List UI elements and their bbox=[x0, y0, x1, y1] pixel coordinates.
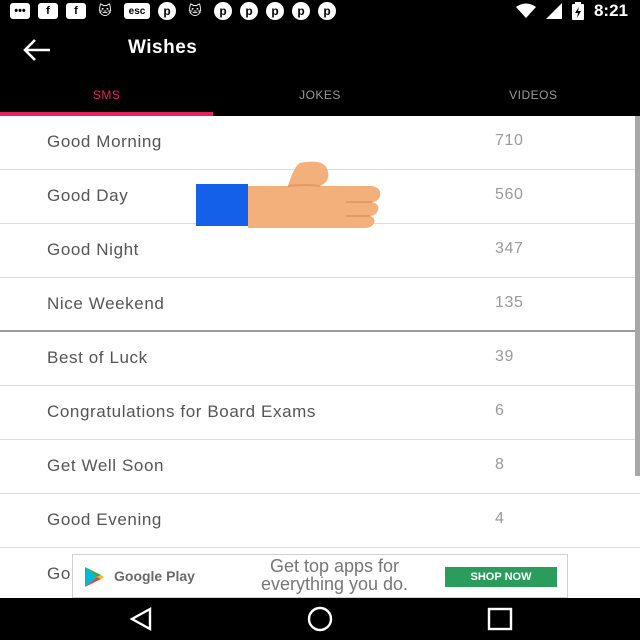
clock: 8:21 bbox=[593, 1, 628, 20]
list-item[interactable]: Good Night 347 bbox=[0, 224, 640, 278]
cat-icon: 🐱︎ bbox=[98, 3, 112, 18]
navigation-bar bbox=[0, 598, 640, 640]
list-item-label: Good Evening bbox=[47, 510, 162, 529]
ad-brand: Google Play bbox=[114, 568, 195, 584]
tab-sms[interactable]: SMS bbox=[0, 76, 214, 116]
pinterest-icon: p bbox=[266, 2, 284, 20]
list-item-label: Go bbox=[47, 564, 71, 583]
battery-charging-icon bbox=[571, 2, 584, 20]
pinterest-icon: p bbox=[240, 2, 258, 20]
list-item-count: 39 bbox=[495, 348, 514, 365]
list-item[interactable]: Get Well Soon 8 bbox=[0, 440, 640, 494]
list-item-count: 347 bbox=[495, 240, 524, 257]
list-item[interactable]: Good Evening 4 bbox=[0, 494, 640, 548]
list-item-count: 8 bbox=[495, 456, 505, 473]
list-item-label: Best of Luck bbox=[47, 348, 148, 367]
scrollbar[interactable] bbox=[635, 116, 640, 476]
facebook-icon: f bbox=[38, 3, 58, 19]
messages-icon: ••• bbox=[10, 3, 30, 19]
thumbs-up-icon bbox=[196, 161, 381, 228]
esc-icon: esc bbox=[124, 3, 150, 19]
signal-icon bbox=[545, 3, 562, 19]
tab-videos[interactable]: VIDEOS bbox=[427, 76, 640, 116]
tab-jokes[interactable]: JOKES bbox=[213, 76, 426, 116]
list-item-label: Nice Weekend bbox=[47, 294, 165, 313]
list-item-label: Good Morning bbox=[47, 132, 162, 151]
nav-recents-icon[interactable] bbox=[485, 606, 515, 632]
list-item-count: 710 bbox=[495, 132, 524, 149]
list-item-count: 4 bbox=[495, 510, 505, 527]
facebook-icon: f bbox=[66, 3, 86, 19]
list-item[interactable]: Congratulations for Board Exams 6 bbox=[0, 386, 640, 440]
back-arrow-icon[interactable] bbox=[22, 36, 52, 64]
nav-home-icon[interactable] bbox=[305, 606, 335, 632]
cat-icon: 🐱︎ bbox=[188, 3, 202, 18]
list-item-count: 135 bbox=[495, 294, 524, 311]
nav-back-icon[interactable] bbox=[126, 606, 156, 632]
google-play-icon bbox=[85, 567, 104, 587]
app-bar: Wishes bbox=[0, 24, 640, 76]
pinterest-icon: p bbox=[318, 2, 336, 20]
status-bar: ••• f f 🐱︎ esc p 🐱︎ p p p p p 8:21 bbox=[0, 0, 640, 24]
list-item-count: 560 bbox=[495, 186, 524, 203]
list-item-label: Get Well Soon bbox=[47, 456, 165, 475]
pinterest-icon: p bbox=[292, 2, 310, 20]
tab-bar: SMS JOKES VIDEOS bbox=[0, 76, 640, 116]
ad-banner[interactable]: Google Play Get top apps for everything … bbox=[72, 554, 568, 598]
list-item-label: Congratulations for Board Exams bbox=[47, 402, 317, 421]
list-item[interactable]: Nice Weekend 135 bbox=[0, 278, 640, 332]
list-item-label: Good Night bbox=[47, 240, 139, 259]
pinterest-icon: p bbox=[214, 2, 232, 20]
pinterest-icon: p bbox=[158, 2, 176, 20]
system-icons: 8:21 bbox=[515, 1, 628, 21]
ad-text: Get top apps for everything you do. bbox=[260, 556, 409, 594]
notification-icons: ••• f f 🐱︎ esc p 🐱︎ p p p p p bbox=[10, 2, 336, 20]
list-item-count: 6 bbox=[495, 402, 505, 419]
shop-now-button[interactable]: SHOP NOW bbox=[445, 567, 557, 587]
list-item[interactable]: Best of Luck 39 bbox=[0, 332, 640, 386]
wifi-icon bbox=[515, 3, 536, 18]
list-item-label: Good Day bbox=[47, 186, 129, 205]
page-title: Wishes bbox=[128, 37, 198, 58]
